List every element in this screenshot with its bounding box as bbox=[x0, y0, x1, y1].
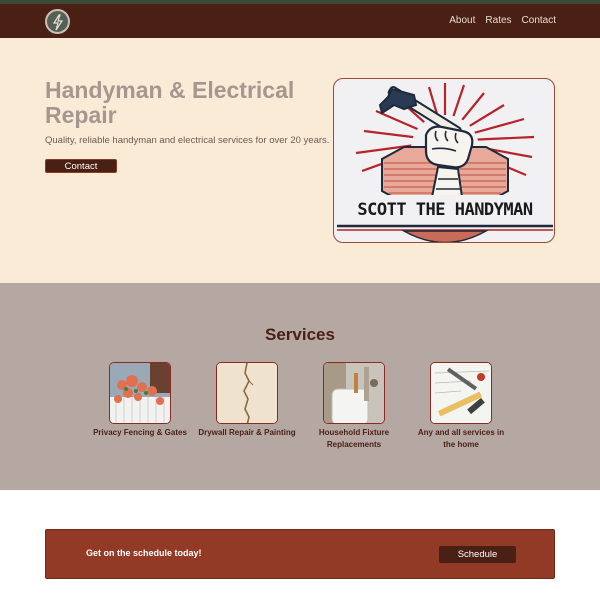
contact-button[interactable]: Contact bbox=[45, 159, 117, 173]
service-privacy-fencing[interactable]: Privacy Fencing & Gates bbox=[90, 362, 190, 439]
tools-photo bbox=[430, 362, 492, 424]
hero-subtitle: Quality, reliable handyman and electrica… bbox=[45, 135, 330, 146]
fence-flowers-photo bbox=[109, 362, 171, 424]
services-title: Services bbox=[265, 325, 335, 344]
navbar: About Rates Contact bbox=[0, 4, 600, 38]
logo[interactable] bbox=[45, 9, 70, 34]
service-label: Any and all services in the home bbox=[417, 428, 505, 449]
nav-link-about[interactable]: About bbox=[449, 15, 475, 26]
logo-text: SCOTT THE HANDYMAN bbox=[357, 200, 533, 220]
cta-banner: Get on the schedule today! Schedule bbox=[45, 529, 555, 579]
service-label: Privacy Fencing & Gates bbox=[93, 428, 187, 437]
water-heater-photo bbox=[323, 362, 385, 424]
drywall-crack-photo bbox=[216, 362, 278, 424]
nav-link-contact[interactable]: Contact bbox=[522, 15, 556, 26]
schedule-button[interactable]: Schedule bbox=[439, 546, 516, 563]
service-label: Household Fixture Replacements bbox=[318, 428, 390, 449]
service-all-home-services[interactable]: Any and all services in the home bbox=[411, 362, 511, 451]
lightning-bolt-icon bbox=[52, 14, 64, 31]
hero-section: Handyman & Electrical Repair Quality, re… bbox=[0, 38, 600, 283]
cta-text: Get on the schedule today! bbox=[86, 548, 202, 558]
scott-handyman-logo: SCOTT THE HANDYMAN bbox=[333, 78, 555, 243]
services-section: Services Privacy Fencing & Gates Drywall… bbox=[0, 283, 600, 490]
nav-link-rates[interactable]: Rates bbox=[485, 15, 511, 26]
service-fixture-replacements[interactable]: Household Fixture Replacements bbox=[304, 362, 404, 451]
nav-links: About Rates Contact bbox=[449, 15, 556, 26]
service-label: Drywall Repair & Painting bbox=[198, 428, 296, 437]
hero-title: Handyman & Electrical Repair bbox=[45, 77, 295, 128]
service-drywall-repair[interactable]: Drywall Repair & Painting bbox=[197, 362, 297, 439]
